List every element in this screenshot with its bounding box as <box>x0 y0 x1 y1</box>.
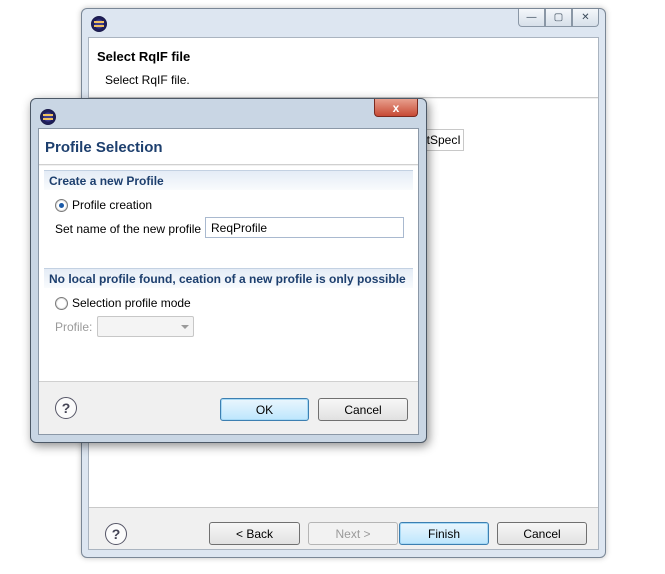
minimize-icon[interactable]: — <box>518 9 545 27</box>
maximize-icon[interactable]: ▢ <box>545 9 572 27</box>
radio-selection-profile[interactable] <box>55 296 68 310</box>
next-button[interactable]: Next > <box>308 522 398 545</box>
close-icon[interactable]: ✕ <box>572 9 599 27</box>
wizard-window-controls: — ▢ ✕ <box>518 9 599 27</box>
profile-combo[interactable] <box>97 316 194 337</box>
ok-button[interactable]: OK <box>220 398 309 421</box>
wizard-header: Select RqIF file Select RqIF file. <box>89 38 598 98</box>
help-icon[interactable]: ? <box>105 523 127 545</box>
dialog-close-icon[interactable]: x <box>374 99 418 117</box>
eclipse-app-icon <box>91 16 107 32</box>
profile-name-label: Set name of the new profile <box>55 222 202 236</box>
radio-profile-creation[interactable] <box>55 198 68 212</box>
wizard-footer-divider <box>89 507 598 508</box>
finish-button[interactable]: Finish <box>399 522 489 545</box>
dialog-header: Profile Selection <box>39 129 418 165</box>
dialog-body: Create a new Profile Profile creation Se… <box>39 166 418 381</box>
wizard-titlebar[interactable]: — ▢ ✕ <box>82 9 605 37</box>
section-create-profile: Create a new Profile <box>44 170 413 190</box>
chevron-down-icon <box>181 325 189 329</box>
selection-profile-option[interactable]: Selection profile mode <box>55 296 191 310</box>
dialog-help-icon[interactable]: ? <box>55 397 77 419</box>
radio-profile-creation-label: Profile creation <box>72 198 153 212</box>
profile-selection-dialog: x Profile Selection Create a new Profile… <box>30 98 427 443</box>
dialog-cancel-button[interactable]: Cancel <box>318 398 408 421</box>
radio-selection-profile-label: Selection profile mode <box>72 296 191 310</box>
wizard-cancel-button[interactable]: Cancel <box>497 522 587 545</box>
profile-name-input[interactable]: ReqProfile <box>205 217 404 238</box>
wizard-page-title: Select RqIF file <box>97 49 191 64</box>
profile-combo-label: Profile: <box>55 320 93 334</box>
back-button[interactable]: < Back <box>209 522 300 545</box>
profile-creation-option[interactable]: Profile creation <box>55 198 152 212</box>
dialog-window-controls: x <box>374 99 418 117</box>
section-no-local-profile: No local profile found, ceation of a new… <box>44 268 413 288</box>
dialog-client-area: Profile Selection Create a new Profile P… <box>38 128 419 435</box>
eclipse-app-icon <box>40 109 56 125</box>
wizard-page-description: Select RqIF file. <box>105 73 190 87</box>
dialog-title: Profile Selection <box>45 139 163 156</box>
dialog-footer-divider <box>39 381 418 382</box>
